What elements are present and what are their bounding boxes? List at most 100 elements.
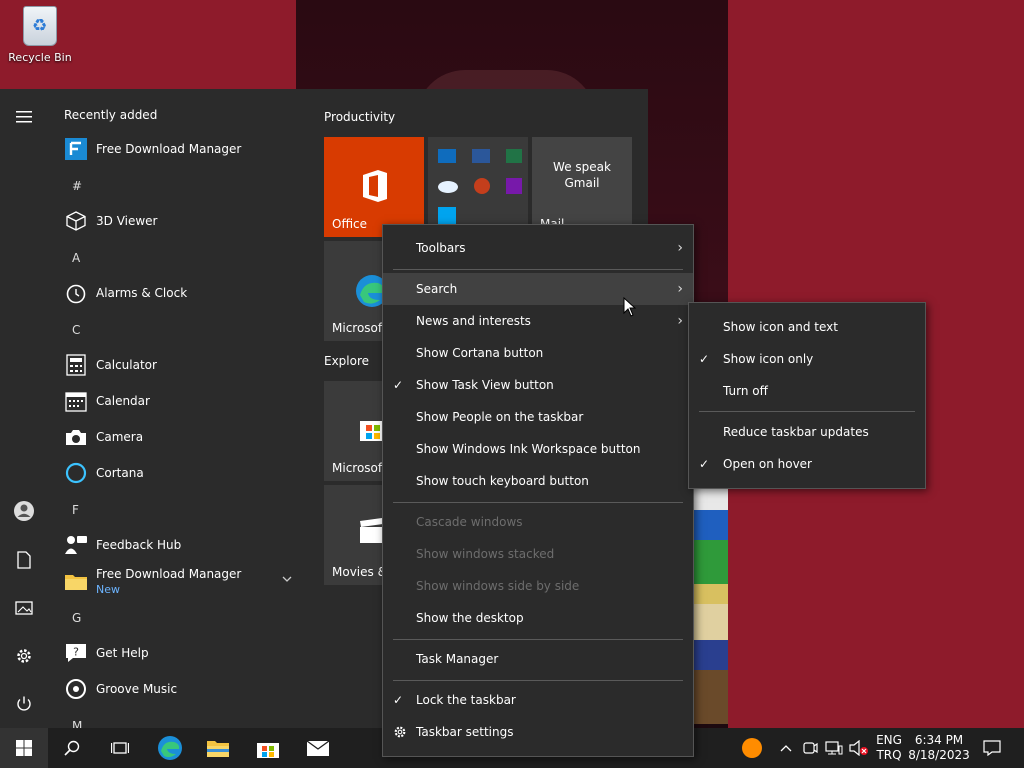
menu-item-label: Reduce taskbar updates xyxy=(723,425,869,439)
menu-item-show-people[interactable]: Show People on the taskbar xyxy=(383,401,693,433)
folder-title: Free Download Manager xyxy=(96,566,242,581)
letter-header-c[interactable]: C xyxy=(72,323,80,337)
tile-label: Office xyxy=(332,217,368,231)
chevron-down-icon[interactable] xyxy=(282,571,292,585)
app-camera[interactable]: Camera xyxy=(64,419,300,455)
checkmark-icon: ✓ xyxy=(393,378,404,392)
app-label: Calendar xyxy=(96,394,150,408)
submenu-item-show-icon-and-text[interactable]: Show icon and text xyxy=(689,311,925,343)
app-label: Groove Music xyxy=(96,682,178,696)
menu-item-show-touch-keyboard[interactable]: Show touch keyboard button xyxy=(383,465,693,497)
group-title-explore: Explore xyxy=(324,354,370,368)
letter-header-hash[interactable]: # xyxy=(72,179,82,193)
menu-item-label: Search xyxy=(416,282,458,296)
app-get-help[interactable]: ? Get Help xyxy=(64,635,300,671)
app-label: Feedback Hub xyxy=(96,538,182,552)
menu-item-show-windows-side-by-side: Show windows side by side xyxy=(383,570,693,602)
language-indicator[interactable]: ENG TRQ xyxy=(872,733,906,763)
recycle-bin[interactable]: Recycle Bin xyxy=(4,6,76,64)
menu-separator xyxy=(393,639,683,640)
menu-item-search[interactable]: Search › xyxy=(383,273,693,305)
tile-office[interactable]: Office xyxy=(324,137,424,237)
app-list: Recently added Free Download Manager # 3… xyxy=(48,89,308,728)
app-calendar[interactable]: Calendar xyxy=(64,383,300,419)
letter-header-f[interactable]: F xyxy=(72,503,79,517)
submenu-item-open-on-hover[interactable]: ✓ Open on hover xyxy=(689,448,925,480)
menu-item-label: Taskbar settings xyxy=(416,725,514,739)
taskbar-file-explorer-button[interactable] xyxy=(194,728,242,768)
network-button[interactable] xyxy=(822,728,846,768)
menu-item-show-ink-workspace[interactable]: Show Windows Ink Workspace button xyxy=(383,433,693,465)
taskbar-mail-button[interactable] xyxy=(294,728,342,768)
app-label: Free Download Manager xyxy=(96,142,242,156)
menu-item-task-manager[interactable]: Task Manager xyxy=(383,643,693,675)
taskbar-edge-button[interactable] xyxy=(146,728,194,768)
menu-item-news-and-interests[interactable]: News and interests › xyxy=(383,305,693,337)
settings-button[interactable] xyxy=(0,636,48,676)
menu-item-show-task-view-button[interactable]: ✓ Show Task View button xyxy=(383,369,693,401)
tile-label: Movies & xyxy=(332,565,387,579)
app-cortana[interactable]: Cortana xyxy=(64,455,300,491)
clock[interactable]: 6:34 PM 8/18/2023 xyxy=(906,733,972,763)
menu-item-label: Show touch keyboard button xyxy=(416,474,589,488)
menu-item-label: Show Windows Ink Workspace button xyxy=(416,442,641,456)
account-button[interactable] xyxy=(0,491,48,531)
menu-item-label: Show Task View button xyxy=(416,378,554,392)
task-view-button[interactable] xyxy=(96,728,144,768)
documents-button[interactable] xyxy=(0,540,48,580)
search-submenu: Show icon and text ✓ Show icon only Turn… xyxy=(688,302,926,489)
help-icon: ? xyxy=(64,641,88,665)
menu-item-show-desktop[interactable]: Show the desktop xyxy=(383,602,693,634)
menu-item-label: Toolbars xyxy=(416,241,466,255)
app-calculator[interactable]: Calculator xyxy=(64,347,300,383)
speaker-muted-icon xyxy=(849,740,868,756)
action-center-button[interactable] xyxy=(972,728,1012,768)
submenu-item-show-icon-only[interactable]: ✓ Show icon only xyxy=(689,343,925,375)
menu-item-label: Turn off xyxy=(723,384,768,398)
menu-item-label: Show icon and text xyxy=(723,320,838,334)
taskbar-store-button[interactable] xyxy=(244,728,292,768)
letter-header-a[interactable]: A xyxy=(72,251,80,265)
search-button[interactable] xyxy=(48,728,96,768)
cube-icon xyxy=(64,209,88,233)
volume-button[interactable] xyxy=(846,728,872,768)
tile-label: Microsoft xyxy=(332,461,387,475)
app-label: Free Download Manager New xyxy=(96,567,241,596)
app-folder-free-download-manager[interactable]: Free Download Manager New xyxy=(64,559,300,603)
app-groove-music[interactable]: Groove Music xyxy=(64,671,300,707)
menu-item-show-cortana-button[interactable]: Show Cortana button xyxy=(383,337,693,369)
cortana-icon xyxy=(64,461,88,485)
start-button[interactable] xyxy=(0,728,48,768)
menu-item-label: Task Manager xyxy=(416,652,499,666)
menu-item-taskbar-settings[interactable]: Taskbar settings xyxy=(383,716,693,748)
tray-app-button[interactable] xyxy=(728,728,776,768)
chevron-right-icon: › xyxy=(677,240,683,256)
menu-item-label: Show icon only xyxy=(723,352,814,366)
feedback-icon xyxy=(64,533,88,557)
menu-item-label: Show People on the taskbar xyxy=(416,410,584,424)
show-hidden-icons-button[interactable] xyxy=(776,728,796,768)
tile-office-apps-folder[interactable] xyxy=(428,137,528,237)
store-icon xyxy=(257,743,279,758)
app-alarms-clock[interactable]: Alarms & Clock xyxy=(64,275,300,311)
pictures-button[interactable] xyxy=(0,588,48,628)
keyboard-layout: TRQ xyxy=(876,748,902,762)
clock-icon xyxy=(64,281,88,305)
app-free-download-manager-recent[interactable]: Free Download Manager xyxy=(64,131,300,167)
submenu-item-turn-off[interactable]: Turn off xyxy=(689,375,925,407)
hamburger-menu-button[interactable] xyxy=(0,97,48,137)
power-button[interactable] xyxy=(0,684,48,724)
meet-now-button[interactable] xyxy=(798,728,822,768)
app-3d-viewer[interactable]: 3D Viewer xyxy=(64,203,300,239)
menu-item-toolbars[interactable]: Toolbars › xyxy=(383,232,693,264)
chevron-up-icon xyxy=(780,745,792,752)
letter-header-g[interactable]: G xyxy=(72,611,81,625)
office-apps-grid-icon xyxy=(438,149,522,225)
tile-mail[interactable]: We speak Gmail Mail xyxy=(532,137,632,237)
letter-header-m[interactable]: M xyxy=(72,719,82,728)
task-view-icon xyxy=(111,742,129,754)
menu-item-label: Open on hover xyxy=(723,457,812,471)
menu-item-lock-taskbar[interactable]: ✓ Lock the taskbar xyxy=(383,684,693,716)
submenu-item-reduce-taskbar-updates[interactable]: Reduce taskbar updates xyxy=(689,416,925,448)
app-feedback-hub[interactable]: Feedback Hub xyxy=(64,527,300,563)
